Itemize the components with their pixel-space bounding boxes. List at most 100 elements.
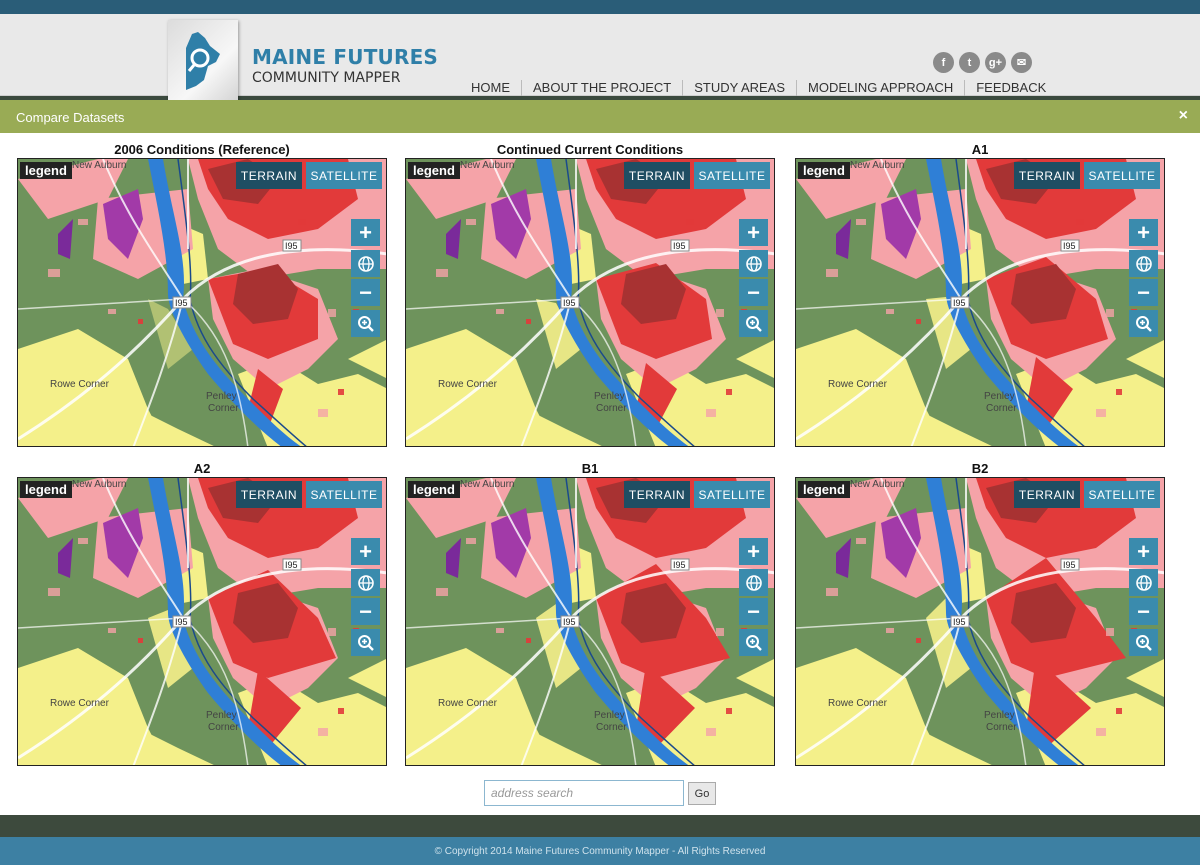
satellite-tab[interactable]: SATELLITE	[694, 481, 770, 508]
terrain-tab[interactable]: TERRAIN	[1014, 481, 1080, 508]
map-label-penley: Penley	[984, 710, 1015, 721]
nav-modeling[interactable]: MODELING APPROACH	[796, 80, 964, 96]
legend-button[interactable]: legend	[798, 162, 850, 179]
map-b1[interactable]: New Auburn Rowe Corner Penley Corner I95…	[405, 477, 775, 766]
map-label-highway-2: I95	[953, 298, 966, 308]
globe-icon[interactable]	[351, 250, 380, 277]
map-label-penley: Penley	[206, 391, 237, 402]
map-label-penley: Penley	[594, 710, 625, 721]
map-label-town: New Auburn	[72, 160, 126, 171]
globe-icon[interactable]	[1129, 250, 1158, 277]
zoom-in-button[interactable]: +	[739, 219, 768, 246]
zoom-out-button[interactable]: −	[739, 598, 768, 625]
map-label-highway: I95	[285, 560, 298, 570]
map-label-highway: I95	[673, 560, 686, 570]
map-a1-title: A1	[971, 142, 989, 157]
globe-icon[interactable]	[739, 250, 768, 277]
land-use-raster: New Auburn Rowe Corner Penley Corner I95…	[18, 159, 386, 446]
nav-home[interactable]: HOME	[460, 80, 521, 96]
terrain-tab[interactable]: TERRAIN	[1014, 162, 1080, 189]
compare-dialog: Compare Datasets × 2006 Conditions (Refe…	[0, 100, 1200, 815]
zoom-extent-icon[interactable]	[1129, 310, 1158, 337]
map-label-town: New Auburn	[460, 160, 514, 171]
zoom-in-button[interactable]: +	[1129, 219, 1158, 246]
globe-icon[interactable]	[351, 569, 380, 596]
legend-button[interactable]: legend	[20, 481, 72, 498]
google-plus-icon[interactable]: g+	[985, 52, 1006, 73]
satellite-tab[interactable]: SATELLITE	[1084, 481, 1160, 508]
zoom-in-button[interactable]: +	[739, 538, 768, 565]
map-label-penley2: Corner	[986, 722, 1017, 733]
map-label-penley: Penley	[984, 391, 1015, 402]
map-label-corner: Rowe Corner	[828, 698, 888, 709]
map-label-highway: I95	[285, 241, 298, 251]
brand-subtitle: COMMUNITY MAPPER	[252, 70, 401, 86]
globe-icon[interactable]	[739, 569, 768, 596]
map-label-town: New Auburn	[460, 479, 514, 490]
terrain-tab[interactable]: TERRAIN	[236, 162, 302, 189]
map-label-highway-2: I95	[175, 298, 188, 308]
zoom-out-button[interactable]: −	[351, 279, 380, 306]
satellite-tab[interactable]: SATELLITE	[306, 481, 382, 508]
brand-title: MAINE FUTURES	[252, 45, 439, 69]
globe-icon[interactable]	[1129, 569, 1158, 596]
facebook-icon[interactable]: f	[933, 52, 954, 73]
map-label-penley2: Corner	[208, 403, 239, 414]
map-label-highway: I95	[673, 241, 686, 251]
legend-button[interactable]: legend	[408, 481, 460, 498]
map-label-corner: Rowe Corner	[50, 379, 110, 390]
map-continued-current[interactable]: New Auburn Rowe Corner Penley Corner I95…	[405, 158, 775, 447]
map-label-penley2: Corner	[596, 722, 627, 733]
terrain-tab[interactable]: TERRAIN	[624, 481, 690, 508]
zoom-out-button[interactable]: −	[351, 598, 380, 625]
nav-about[interactable]: ABOUT THE PROJECT	[521, 80, 682, 96]
map-label-town: New Auburn	[72, 479, 126, 490]
map-label-highway-2: I95	[175, 617, 188, 627]
land-use-raster: New Auburn Rowe Corner Penley Corner I95…	[406, 159, 774, 446]
map-label-penley: Penley	[594, 391, 625, 402]
email-icon[interactable]: ✉	[1011, 52, 1032, 73]
map-label-penley2: Corner	[986, 403, 1017, 414]
go-button[interactable]: Go	[688, 782, 716, 805]
map-label-highway: I95	[1063, 560, 1076, 570]
land-use-raster: New Auburn Rowe Corner Penley Corner I95…	[796, 478, 1164, 765]
background-strip	[0, 815, 1200, 837]
map-label-highway-2: I95	[563, 617, 576, 627]
map-a1[interactable]: New Auburn Rowe Corner Penley Corner I95…	[795, 158, 1165, 447]
nav-study-areas[interactable]: STUDY AREAS	[682, 80, 796, 96]
footer: © Copyright 2014 Maine Futures Community…	[0, 837, 1200, 865]
satellite-tab[interactable]: SATELLITE	[694, 162, 770, 189]
map-b2[interactable]: New Auburn Rowe Corner Penley Corner I95…	[795, 477, 1165, 766]
zoom-extent-icon[interactable]	[351, 629, 380, 656]
zoom-extent-icon[interactable]	[351, 310, 380, 337]
zoom-in-button[interactable]: +	[1129, 538, 1158, 565]
site-logo[interactable]	[168, 20, 238, 108]
legend-button[interactable]: legend	[20, 162, 72, 179]
zoom-in-button[interactable]: +	[351, 538, 380, 565]
zoom-extent-icon[interactable]	[739, 629, 768, 656]
zoom-out-button[interactable]: −	[739, 279, 768, 306]
zoom-out-button[interactable]: −	[1129, 598, 1158, 625]
map-reference[interactable]: New Auburn Rowe Corner Penley Corner I95…	[17, 158, 387, 447]
zoom-out-button[interactable]: −	[1129, 279, 1158, 306]
legend-button[interactable]: legend	[798, 481, 850, 498]
zoom-extent-icon[interactable]	[739, 310, 768, 337]
map-label-town: New Auburn	[850, 160, 904, 171]
nav-feedback[interactable]: FEEDBACK	[964, 80, 1057, 96]
satellite-tab[interactable]: SATELLITE	[1084, 162, 1160, 189]
twitter-icon[interactable]: t	[959, 52, 980, 73]
map-b2-title: B2	[971, 461, 989, 476]
terrain-tab[interactable]: TERRAIN	[236, 481, 302, 508]
legend-button[interactable]: legend	[408, 162, 460, 179]
satellite-tab[interactable]: SATELLITE	[306, 162, 382, 189]
map-label-town: New Auburn	[850, 479, 904, 490]
zoom-in-button[interactable]: +	[351, 219, 380, 246]
map-a2[interactable]: New Auburn Rowe Corner Penley Corner I95…	[17, 477, 387, 766]
address-search-input[interactable]	[484, 780, 684, 806]
zoom-extent-icon[interactable]	[1129, 629, 1158, 656]
main-nav: HOME ABOUT THE PROJECT STUDY AREAS MODEL…	[460, 80, 1057, 96]
top-strip	[0, 0, 1200, 14]
map-label-penley2: Corner	[208, 722, 239, 733]
close-icon[interactable]: ×	[1179, 107, 1188, 125]
terrain-tab[interactable]: TERRAIN	[624, 162, 690, 189]
